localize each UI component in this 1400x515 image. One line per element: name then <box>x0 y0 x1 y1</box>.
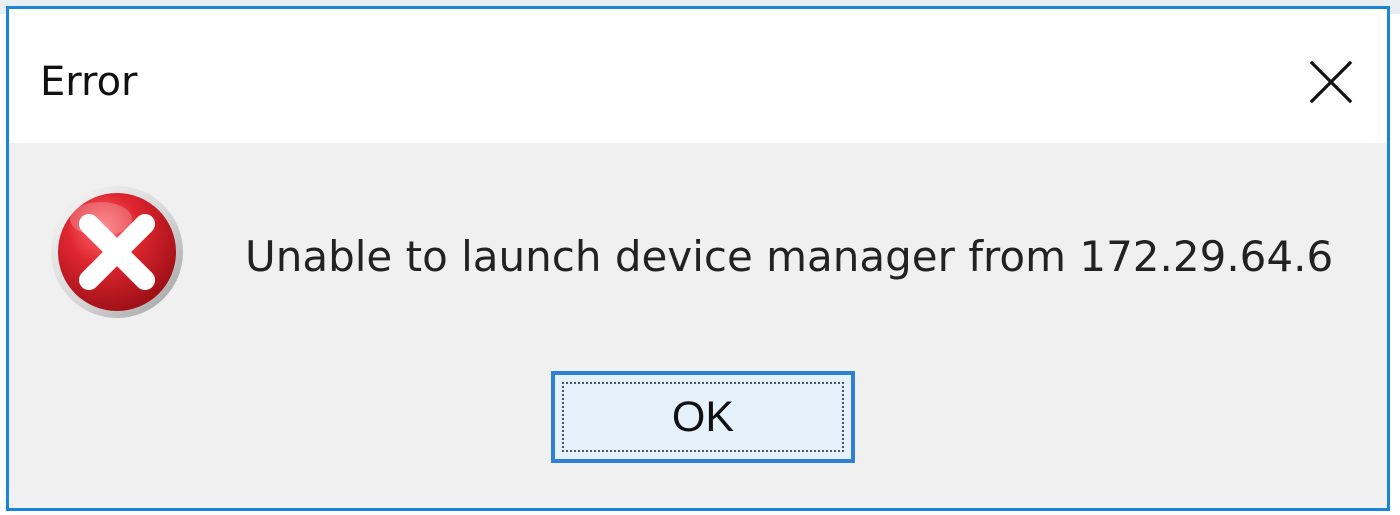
ok-button[interactable]: OK <box>551 371 855 463</box>
dialog-title: Error <box>40 59 138 105</box>
ok-button-label: OK <box>671 393 735 441</box>
error-message: Unable to launch device manager from 172… <box>245 232 1334 281</box>
screen: Error Unable to launch device manager fr… <box>0 0 1400 515</box>
close-button[interactable] <box>1293 44 1369 120</box>
dialog-content: Unable to launch device manager from 172… <box>9 143 1387 508</box>
error-icon-container <box>47 182 187 322</box>
close-icon <box>1309 60 1353 104</box>
error-icon <box>51 186 183 318</box>
title-bar[interactable]: Error <box>9 9 1387 143</box>
error-dialog: Error Unable to launch device manager fr… <box>6 6 1390 511</box>
